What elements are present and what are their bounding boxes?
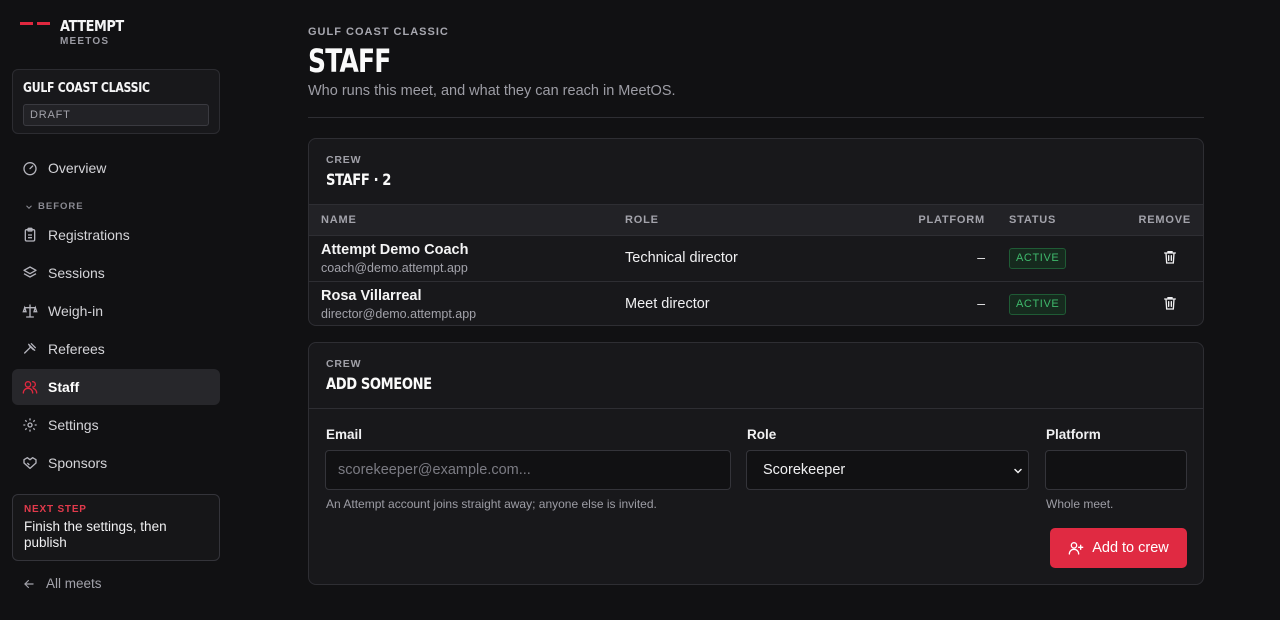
- nav-group-before[interactable]: BEFORE: [24, 201, 84, 212]
- status-badge: ACTIVE: [1009, 248, 1067, 269]
- nav-item-staff[interactable]: Staff: [12, 369, 220, 405]
- staff-name: Rosa Villarreal: [321, 288, 422, 304]
- trash-icon: [1164, 251, 1176, 264]
- nav-item-referees[interactable]: Referees: [12, 331, 220, 367]
- brand-name: ATTEMPT: [60, 17, 124, 35]
- meet-title: GULF COAST CLASSIC: [23, 81, 150, 96]
- brand-mark-icon: [20, 22, 50, 47]
- staff-card: CREW STAFF · 2 NAME ROLE PLATFORM STATUS…: [308, 138, 1204, 326]
- meet-switcher-card[interactable]: GULF COAST CLASSIC DRAFT: [12, 69, 220, 134]
- nav-item-settings[interactable]: Settings: [12, 407, 220, 443]
- add-to-crew-button[interactable]: Add to crew: [1050, 528, 1187, 568]
- gauge-icon: [23, 162, 37, 176]
- gear-icon: [23, 418, 37, 432]
- add-someone-card: CREW ADD SOMEONE Email An Attempt accoun…: [308, 342, 1204, 585]
- card-title: ADD SOMEONE: [326, 374, 432, 393]
- table-row: Rosa Villarreal director@demo.attempt.ap…: [309, 281, 1203, 325]
- trash-icon: [1164, 297, 1176, 310]
- nav-item-sessions[interactable]: Sessions: [12, 255, 220, 291]
- clipboard-icon: [24, 227, 36, 242]
- page-title: STAFF: [308, 42, 391, 80]
- role-select[interactable]: Scorekeeper: [746, 450, 1029, 490]
- nav-item-label: Registrations: [48, 227, 130, 243]
- column-role: ROLE: [625, 214, 659, 226]
- sidebar: ATTEMPT MEETOS GULF COAST CLASSIC DRAFT …: [0, 0, 232, 620]
- gavel-icon: [24, 343, 36, 354]
- staff-role: Meet director: [625, 296, 710, 312]
- nav-item-label: Sessions: [48, 265, 105, 281]
- platform-label: Platform: [1046, 427, 1101, 442]
- nav-item-label: Overview: [48, 160, 107, 176]
- brand-logo[interactable]: ATTEMPT MEETOS: [20, 17, 134, 47]
- card-title: STAFF · 2: [326, 170, 392, 189]
- chevron-down-icon: [1014, 468, 1022, 474]
- user-plus-icon: [1068, 542, 1084, 555]
- nav-item-label: Referees: [48, 341, 105, 357]
- table-row: Attempt Demo Coach coach@demo.attempt.ap…: [309, 236, 1203, 281]
- nav-item-sponsors[interactable]: Sponsors: [12, 445, 220, 481]
- column-platform: PLATFORM: [918, 214, 985, 226]
- handshake-icon: [23, 457, 37, 469]
- email-help: An Attempt account joins straight away; …: [326, 497, 657, 511]
- nav-item-label: Sponsors: [48, 455, 108, 471]
- nav-item-weigh-in[interactable]: Weigh-in: [12, 293, 220, 329]
- role-select-value: Scorekeeper: [763, 462, 846, 478]
- nav-item-label: Weigh-in: [48, 303, 103, 319]
- staff-email: coach@demo.attempt.app: [321, 261, 468, 275]
- next-step-label: NEXT STEP: [24, 504, 87, 515]
- page-eyebrow: GULF COAST CLASSIC: [308, 26, 449, 38]
- column-remove: REMOVE: [1138, 214, 1191, 226]
- next-step-text: Finish the settings, then publish: [24, 519, 167, 550]
- all-meets-link[interactable]: All meets: [22, 576, 102, 591]
- nav-item-registrations[interactable]: Registrations: [12, 217, 220, 253]
- status-badge: ACTIVE: [1009, 294, 1067, 315]
- staff-platform: –: [977, 295, 985, 311]
- brand-sub: MEETOS: [60, 36, 110, 47]
- card-eyebrow: CREW: [326, 154, 362, 166]
- staff-role: Technical director: [625, 250, 738, 266]
- layers-icon: [23, 266, 37, 278]
- meet-status-badge: DRAFT: [23, 104, 209, 126]
- scale-icon: [22, 304, 38, 318]
- card-eyebrow: CREW: [326, 358, 362, 370]
- staff-name: Attempt Demo Coach: [321, 242, 469, 258]
- staff-email: director@demo.attempt.app: [321, 307, 477, 321]
- users-icon: [22, 381, 38, 394]
- nav-item-label: Settings: [48, 417, 99, 433]
- platform-field[interactable]: [1045, 450, 1187, 490]
- column-status: STATUS: [1009, 214, 1057, 226]
- next-step-card[interactable]: NEXT STEP Finish the settings, then publ…: [12, 494, 220, 561]
- role-label: Role: [747, 427, 777, 442]
- chevron-down-icon: [26, 204, 32, 209]
- table-header: NAME ROLE PLATFORM STATUS REMOVE: [309, 204, 1203, 236]
- arrow-left-icon: [24, 579, 34, 588]
- platform-help: Whole meet.: [1046, 497, 1114, 511]
- column-name: NAME: [321, 214, 357, 226]
- nav-item-label: Staff: [48, 379, 80, 395]
- remove-staff-button[interactable]: [1162, 295, 1180, 313]
- email-field[interactable]: [325, 450, 731, 490]
- staff-platform: –: [977, 249, 985, 265]
- remove-staff-button[interactable]: [1162, 249, 1180, 267]
- page-subtitle: Who runs this meet, and what they can re…: [308, 83, 676, 99]
- email-label: Email: [326, 427, 363, 442]
- nav-item-overview[interactable]: Overview: [12, 150, 220, 186]
- form-divider: [309, 408, 1203, 409]
- header-divider: [308, 117, 1204, 118]
